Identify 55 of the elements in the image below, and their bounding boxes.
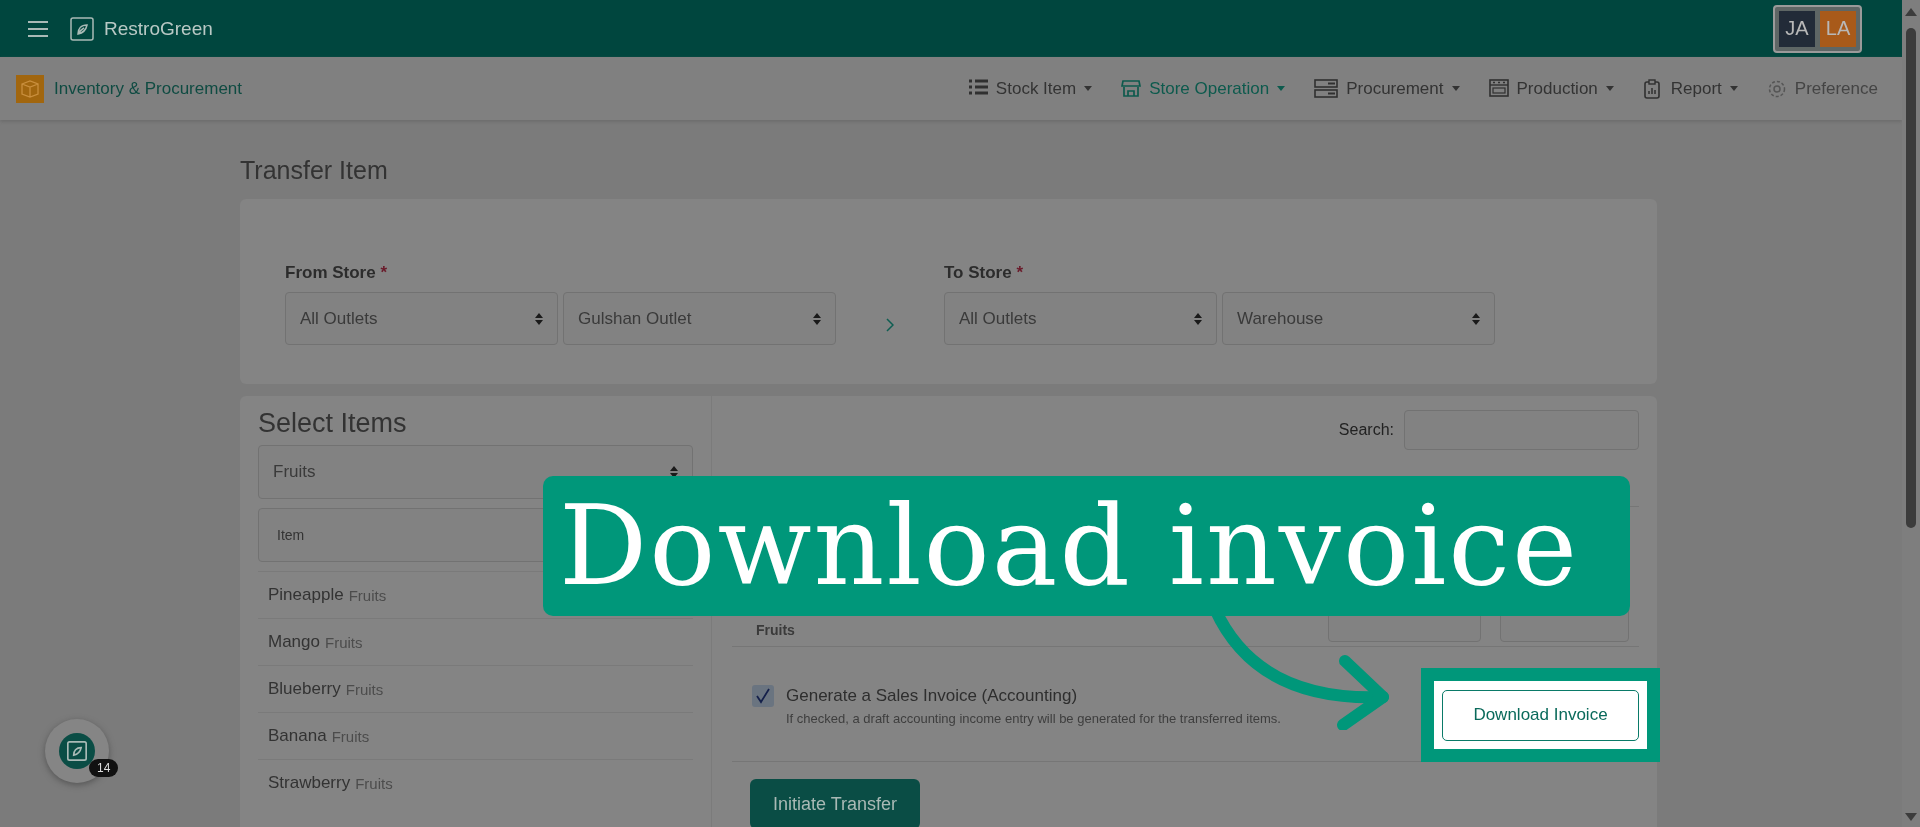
logo-icon: [67, 741, 87, 761]
sort-icon: [813, 312, 821, 325]
menu-icon[interactable]: [28, 20, 48, 37]
chat-button[interactable]: [45, 719, 109, 783]
page-title: Transfer Item: [240, 156, 388, 186]
store-select[interactable]: All Outlets: [944, 292, 1217, 345]
field-label: To Store *: [944, 263, 1025, 283]
store-select[interactable]: Warehouse: [1222, 292, 1495, 345]
store-select[interactable]: Gulshan Outlet: [563, 292, 836, 345]
field-label: From Store *: [285, 263, 389, 283]
user-avatar[interactable]: LA: [1820, 10, 1856, 47]
chevron-right-icon: [886, 318, 894, 332]
oven-icon: [1488, 78, 1509, 99]
server-icon: [1314, 79, 1339, 98]
nav-menu-item[interactable]: Report: [1642, 78, 1738, 99]
checkbox-label: Generate a Sales Invoice (Accounting): [786, 686, 1078, 706]
sort-icon: [1194, 312, 1202, 325]
caret-icon: [1451, 86, 1460, 91]
nav-menu-item[interactable]: Production: [1488, 78, 1614, 99]
checkbox[interactable]: [752, 685, 774, 707]
nav-menu-item[interactable]: Store Operation: [1121, 78, 1286, 99]
caret-icon: [1729, 86, 1738, 91]
caret-icon: [1605, 86, 1614, 91]
nav-menu-item[interactable]: Preference: [1766, 78, 1878, 99]
store-select[interactable]: All Outlets: [285, 292, 558, 345]
box-icon: [16, 74, 44, 103]
sort-icon: [1472, 312, 1480, 325]
notification-badge: 14: [89, 759, 119, 777]
sort-icon: [535, 312, 543, 325]
hint-text: If checked, a draft accounting income entry will be generated for the transferred items.: [786, 711, 1281, 726]
settings-icon: [1766, 78, 1787, 99]
download-invoice-button[interactable]: Download Invoice: [1442, 689, 1639, 741]
nav-menu-item[interactable]: Procurement: [1314, 78, 1460, 99]
check-icon: [755, 688, 771, 704]
item-list-entry[interactable]: Banana Fruits: [258, 712, 693, 759]
caret-icon: [1277, 86, 1286, 91]
initiate-transfer-button[interactable]: Initiate Transfer: [750, 779, 921, 827]
store-icon: [1121, 78, 1142, 99]
search-label: Search:: [1338, 421, 1394, 439]
panel-title: Select Items: [258, 408, 407, 439]
scroll-up-icon: [1905, 8, 1917, 16]
item-list-entry[interactable]: Mango Fruits: [258, 618, 693, 665]
scroll-down-icon: [1905, 813, 1917, 821]
logo-icon: [70, 16, 94, 41]
sort-icon: [670, 466, 678, 478]
nav-menu-item[interactable]: Stock Item: [967, 78, 1093, 99]
user-avatar[interactable]: JA: [1779, 10, 1815, 47]
caret-icon: [1084, 86, 1093, 91]
module-title: Inventory & Procurement: [54, 78, 243, 99]
clipboard-icon: [1642, 78, 1663, 99]
scrollbar-thumb[interactable]: [1906, 28, 1916, 528]
table-cell-text: Fruits: [756, 622, 796, 638]
item-list-entry[interactable]: Blueberry Fruits: [258, 665, 693, 712]
brand-name: RestroGreen: [104, 17, 213, 40]
item-list-entry[interactable]: Strawberry Fruits: [258, 759, 693, 806]
